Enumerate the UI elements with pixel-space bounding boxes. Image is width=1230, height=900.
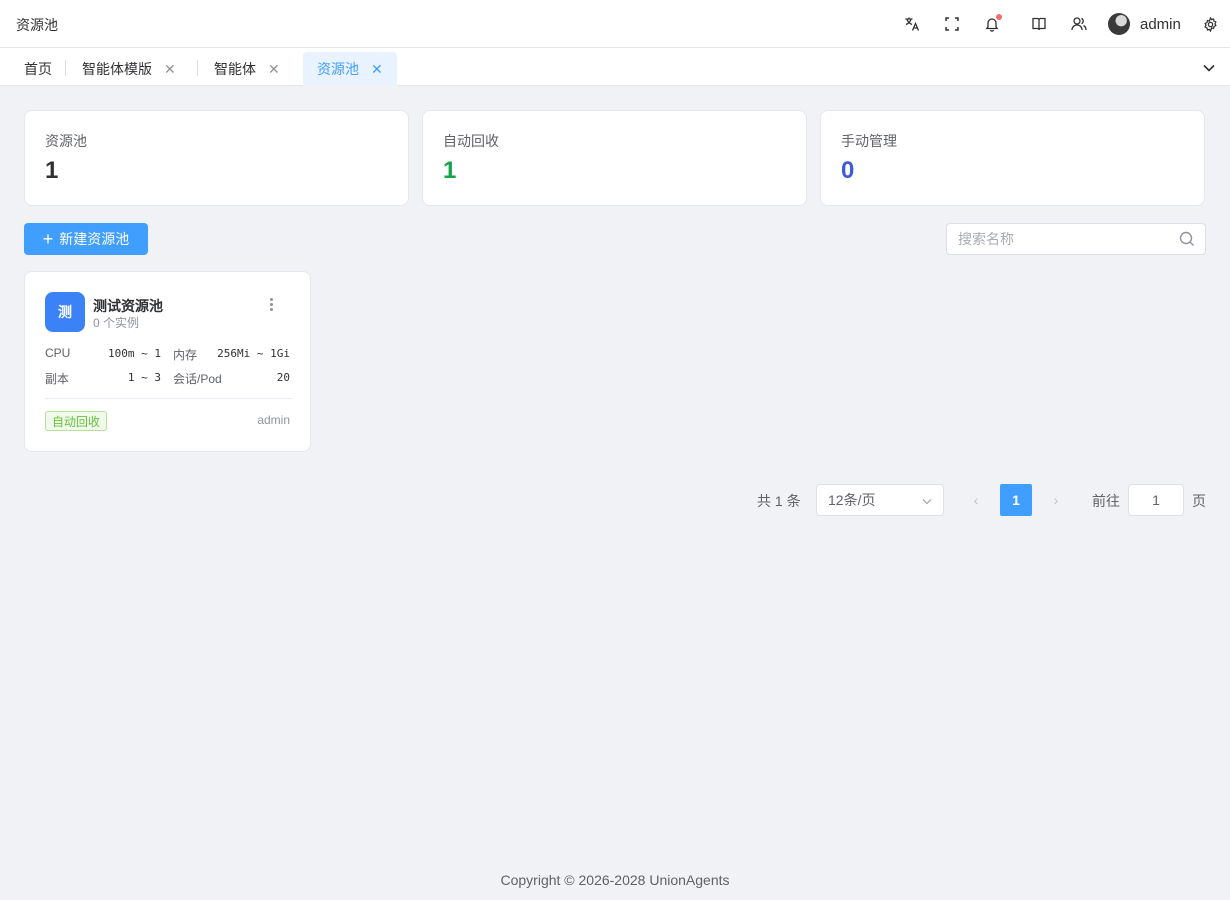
- replicas-value: 1 ~ 3: [127, 371, 161, 384]
- stat-card-manual: 手动管理 0: [820, 110, 1205, 206]
- close-icon[interactable]: ✕: [371, 61, 383, 78]
- page-title: 资源池: [16, 17, 58, 33]
- page-size-value: 12条/页: [828, 492, 876, 508]
- sessions-value: 20: [276, 371, 290, 384]
- top-header: 资源池 admin: [0, 0, 1230, 48]
- search-box: [946, 223, 1206, 255]
- tab-home[interactable]: 首页: [10, 52, 66, 86]
- stat-label: 资源池: [45, 133, 87, 149]
- page-suffix: 页: [1192, 493, 1206, 509]
- notification-bell-icon[interactable]: [982, 14, 1002, 34]
- stat-card-auto-recycle: 自动回收 1: [422, 110, 807, 206]
- create-pool-label: 新建资源池: [59, 231, 130, 247]
- prev-page-button[interactable]: ‹: [960, 484, 992, 516]
- user-menu[interactable]: admin: [1108, 12, 1181, 36]
- status-badge: 自动回收: [45, 411, 108, 431]
- tab-divider: [65, 60, 66, 76]
- search-icon[interactable]: [1179, 231, 1195, 252]
- more-vertical-icon[interactable]: [263, 296, 279, 312]
- create-pool-button[interactable]: + 新建资源池: [24, 223, 148, 255]
- tab-label: 智能体模版: [82, 61, 152, 77]
- cpu-label: CPU: [45, 346, 71, 360]
- avatar: [1108, 13, 1130, 35]
- users-icon[interactable]: [1069, 14, 1089, 34]
- user-name: admin: [1140, 15, 1181, 33]
- stat-label: 手动管理: [841, 133, 897, 149]
- tab-divider: [197, 60, 198, 76]
- tab-agent-templates[interactable]: 智能体模版 ✕: [68, 52, 190, 86]
- stat-value: 1: [443, 157, 457, 184]
- tab-label: 智能体: [214, 61, 256, 77]
- close-icon[interactable]: ✕: [164, 61, 176, 78]
- close-icon[interactable]: ✕: [268, 61, 280, 78]
- notification-dot: [996, 14, 1002, 20]
- stat-card-pools: 资源池 1: [24, 110, 409, 206]
- current-page-button[interactable]: 1: [1000, 484, 1032, 516]
- chevron-down-icon: [921, 494, 933, 510]
- cpu-value: 100m ~ 1: [108, 347, 161, 360]
- chevron-down-icon[interactable]: [1199, 58, 1219, 78]
- tabs-bar: 首页 智能体模版 ✕ 智能体 ✕ 资源池 ✕: [0, 48, 1230, 86]
- next-page-button[interactable]: ›: [1040, 484, 1072, 516]
- pool-instance-count: 0 个实例: [93, 316, 140, 330]
- goto-page-input[interactable]: [1128, 484, 1184, 516]
- footer-copyright: Copyright © 2026-2028 UnionAgents: [500, 872, 730, 888]
- card-divider: [45, 398, 292, 399]
- pool-avatar: 测: [45, 292, 85, 332]
- stat-label: 自动回收: [443, 133, 499, 149]
- sessions-label: 会话/Pod: [173, 372, 222, 386]
- pool-name: 测试资源池: [93, 298, 163, 314]
- memory-value: 256Mi ~ 1Gi: [217, 347, 290, 360]
- translate-icon[interactable]: [902, 14, 922, 34]
- pool-card[interactable]: 测 测试资源池 0 个实例 CPU 100m ~ 1 内存 256Mi ~ 1G…: [24, 271, 311, 452]
- replicas-label: 副本: [45, 372, 70, 386]
- stat-value: 0: [841, 157, 855, 184]
- tab-resource-pool[interactable]: 资源池 ✕: [303, 52, 397, 86]
- fullscreen-icon[interactable]: [942, 14, 962, 34]
- plus-icon: +: [42, 229, 54, 249]
- goto-label: 前往: [1092, 493, 1120, 509]
- tab-label: 资源池: [317, 61, 359, 77]
- book-icon[interactable]: [1029, 14, 1049, 34]
- memory-label: 内存: [173, 348, 198, 362]
- tab-label: 首页: [24, 61, 52, 77]
- settings-gear-icon[interactable]: [1200, 14, 1220, 34]
- stat-value: 1: [45, 157, 59, 184]
- tab-agents[interactable]: 智能体 ✕: [200, 52, 294, 86]
- page-size-select[interactable]: 12条/页: [816, 484, 944, 516]
- search-input[interactable]: [947, 224, 1167, 254]
- pool-owner: admin: [257, 413, 290, 427]
- pagination-total: 共 1 条: [757, 493, 801, 509]
